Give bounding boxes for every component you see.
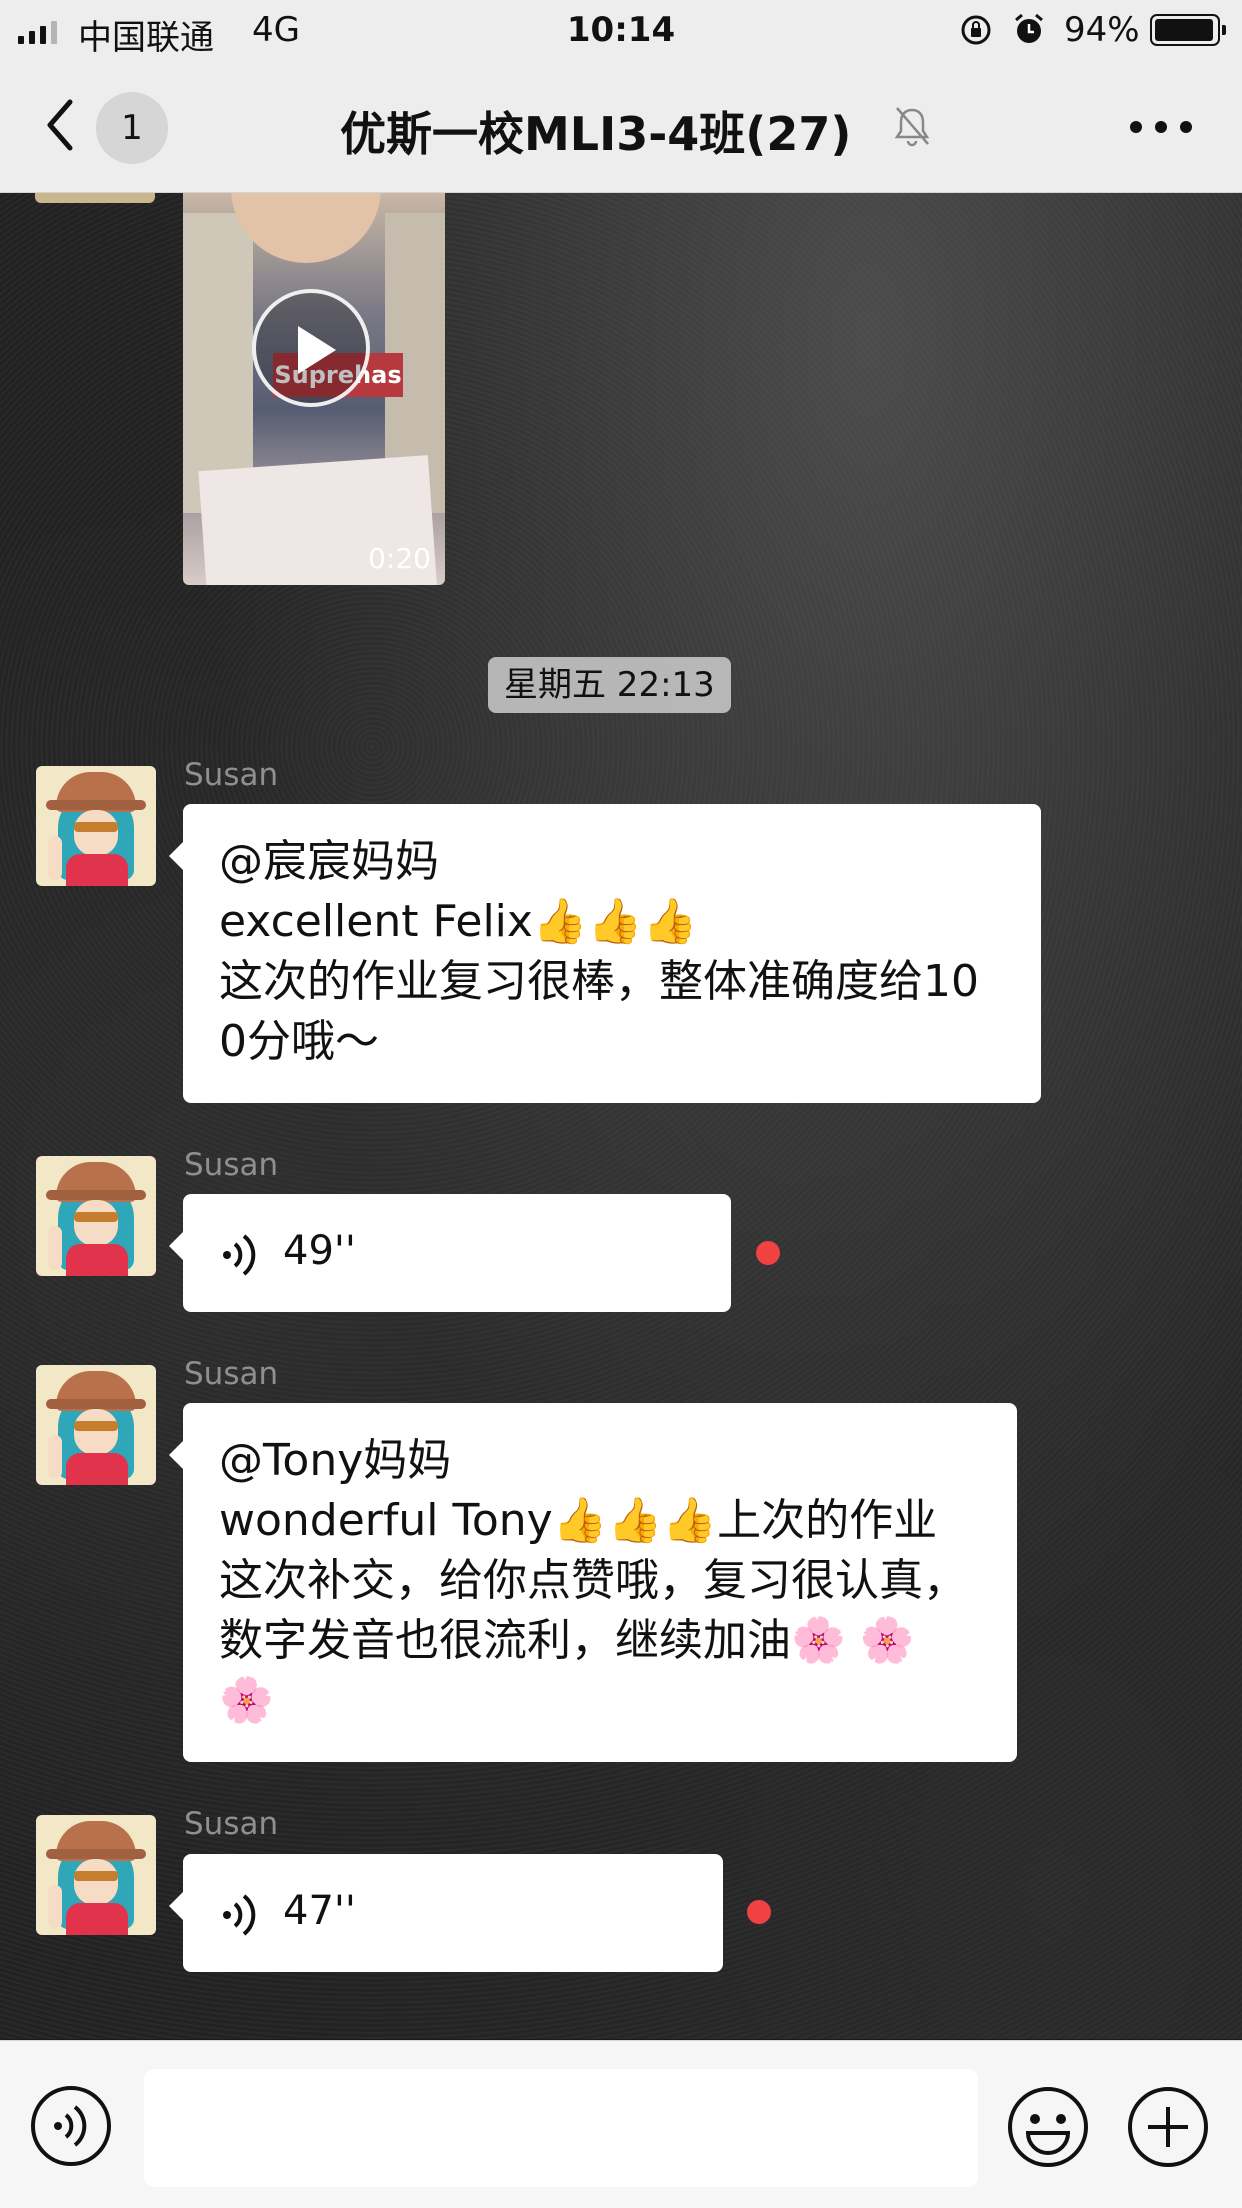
sender-name: Susan	[184, 1147, 279, 1183]
rotation-lock-icon	[961, 15, 991, 45]
play-button[interactable]	[252, 289, 370, 407]
alarm-icon	[1015, 13, 1043, 43]
chat-area[interactable]: Suprehas 0:20 星期五 22:13 Susan @宸宸妈妈 exce…	[0, 193, 1242, 2039]
voice-message-bubble[interactable]: 49''	[169, 1194, 731, 1312]
chat-title[interactable]: 优斯一校MLI3-4班(27)	[340, 98, 851, 164]
message-timestamp: 星期五 22:13	[488, 657, 731, 713]
nav-bar: 1 优斯一校MLI3-4班(27)	[0, 60, 1242, 193]
plus-icon[interactable]	[1126, 2085, 1210, 2169]
emoji-icon[interactable]	[1006, 2085, 1090, 2169]
voice-unread-dot	[747, 1900, 771, 1924]
avatar[interactable]	[36, 1365, 156, 1485]
sender-name: Susan	[184, 1356, 279, 1392]
video-message[interactable]: Suprehas 0:20	[183, 193, 445, 585]
battery-percent: 94%	[1064, 10, 1140, 50]
voice-duration: 49''	[283, 1228, 356, 1274]
message-text: @Tony妈妈 wonderful Tony👍👍👍上次的作业这次补交，给你点赞哦…	[219, 1435, 967, 1726]
unread-count-badge[interactable]: 1	[96, 92, 168, 164]
avatar[interactable]	[36, 1815, 156, 1935]
status-time: 10:14	[566, 10, 676, 50]
input-bar	[0, 2040, 1242, 2208]
voice-wave-icon	[223, 1894, 256, 1936]
play-icon	[298, 326, 336, 374]
more-dots-icon[interactable]	[1126, 112, 1196, 142]
mute-bell-icon	[894, 107, 930, 147]
sender-name: Susan	[184, 1806, 279, 1842]
message-text: @宸宸妈妈 excellent Felix👍👍👍 这次的作业复习很棒，整体准确度…	[219, 836, 979, 1067]
battery-icon	[1150, 14, 1226, 46]
text-message-bubble[interactable]: @宸宸妈妈 excellent Felix👍👍👍 这次的作业复习很棒，整体准确度…	[169, 804, 1041, 1103]
voice-input-icon[interactable]	[30, 2085, 112, 2167]
text-message-bubble[interactable]: @Tony妈妈 wonderful Tony👍👍👍上次的作业这次补交，给你点赞哦…	[169, 1403, 1017, 1762]
voice-unread-dot	[756, 1241, 780, 1265]
message-input[interactable]	[144, 2069, 978, 2187]
video-duration: 0:20	[368, 542, 431, 575]
status-bar: 中国联通 4G 10:14 94%	[0, 0, 1242, 60]
sender-name: Susan	[184, 757, 279, 793]
voice-duration: 47''	[283, 1888, 356, 1934]
voice-wave-icon	[223, 1234, 256, 1276]
voice-message-bubble[interactable]: 47''	[169, 1854, 723, 1972]
avatar[interactable]	[36, 766, 156, 886]
avatar[interactable]	[36, 1156, 156, 1276]
avatar[interactable]	[35, 193, 155, 203]
back-chevron-icon[interactable]	[36, 90, 86, 160]
